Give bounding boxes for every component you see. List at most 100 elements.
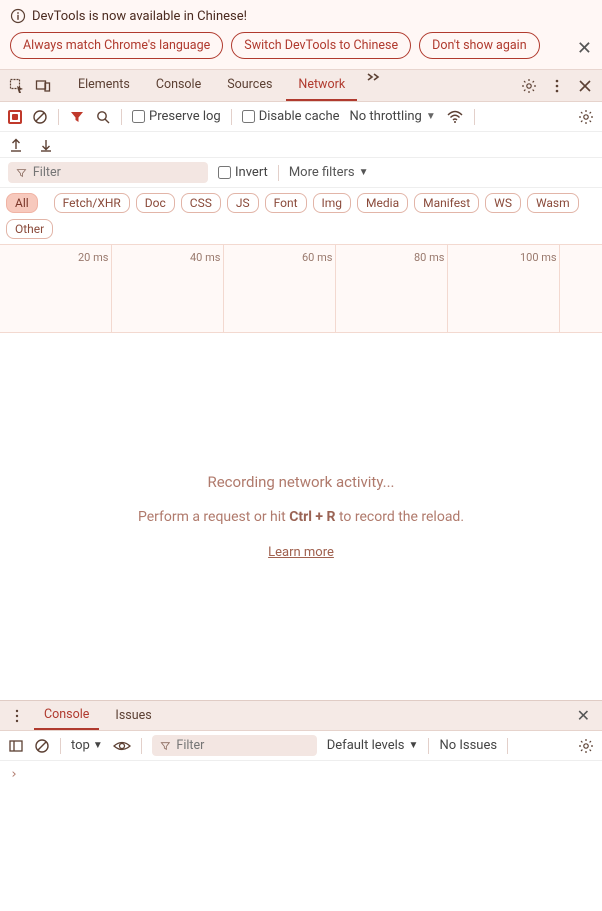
console-prompt-icon: › (10, 767, 18, 782)
funnel-icon (16, 167, 27, 179)
empty-heading: Recording network activity... (0, 473, 602, 491)
console-body[interactable]: › (0, 761, 602, 911)
separator (141, 738, 142, 754)
drawer-tab-console[interactable]: Console (34, 701, 99, 730)
console-filter-input[interactable] (176, 738, 308, 753)
clear-button[interactable] (32, 109, 48, 125)
search-icon[interactable] (95, 109, 111, 125)
banner-close-icon[interactable]: ✕ (577, 40, 592, 58)
log-levels-select[interactable]: Default levels ▼ (327, 738, 419, 753)
filter-toggle-icon[interactable] (69, 109, 85, 125)
timeline-label: 40 ms (190, 251, 220, 264)
separator (428, 738, 429, 754)
timeline-label: 100 ms (520, 251, 557, 264)
timeline-label: 60 ms (302, 251, 332, 264)
separator (121, 109, 122, 125)
separator (60, 738, 61, 754)
dropdown-arrow-icon: ▼ (426, 111, 436, 122)
console-settings-icon[interactable] (578, 738, 594, 754)
chip-css[interactable]: CSS (181, 193, 221, 213)
timeline-label: 80 ms (414, 251, 444, 264)
disable-cache-input[interactable] (242, 110, 255, 123)
dropdown-arrow-icon: ▼ (93, 740, 103, 751)
context-selector[interactable]: top ▼ (71, 738, 103, 753)
switch-language-button[interactable]: Switch DevTools to Chinese (231, 32, 411, 59)
drawer-menu-icon[interactable] (6, 705, 28, 727)
language-banner: DevTools is now available in Chinese! Al… (0, 0, 602, 70)
banner-title: DevTools is now available in Chinese! (32, 9, 247, 24)
throttling-select[interactable]: No throttling ▼ (350, 109, 436, 124)
chip-media[interactable]: Media (357, 193, 408, 213)
issues-counter[interactable]: No Issues (439, 738, 497, 753)
dropdown-arrow-icon: ▼ (359, 167, 369, 178)
drawer: Console Issues ✕ top ▼ Default levels ▼ … (0, 700, 602, 911)
invert-label: Invert (235, 165, 268, 180)
throttling-label: No throttling (350, 109, 422, 124)
tab-console[interactable]: Console (144, 70, 213, 101)
tab-network[interactable]: Network (286, 70, 357, 101)
chip-wasm[interactable]: Wasm (527, 193, 579, 213)
drawer-tabs: Console Issues ✕ (0, 701, 602, 731)
tab-sources[interactable]: Sources (215, 70, 284, 101)
log-levels-label: Default levels (327, 738, 405, 753)
drawer-tab-issues[interactable]: Issues (105, 702, 161, 729)
disable-cache-checkbox[interactable]: Disable cache (242, 109, 340, 124)
more-filters-label: More filters (289, 165, 355, 180)
chip-other[interactable]: Other (6, 219, 53, 239)
preserve-log-label: Preserve log (149, 109, 221, 124)
chip-manifest[interactable]: Manifest (414, 193, 479, 213)
timeline-overview[interactable]: 20 ms 40 ms 60 ms 80 ms 100 ms (0, 245, 602, 333)
settings-icon[interactable] (518, 75, 540, 97)
inspect-element-icon[interactable] (6, 75, 28, 97)
chip-ws[interactable]: WS (485, 193, 521, 213)
chip-js[interactable]: JS (227, 193, 259, 213)
match-language-button[interactable]: Always match Chrome's language (10, 32, 223, 59)
separator (231, 109, 232, 125)
empty-state: Recording network activity... Perform a … (0, 333, 602, 560)
learn-more-link[interactable]: Learn more (268, 545, 334, 560)
separator (278, 165, 279, 181)
network-toolbar: Preserve log Disable cache No throttling… (0, 102, 602, 132)
type-filter-chips: All Fetch/XHR Doc CSS JS Font Img Media … (0, 188, 602, 245)
chip-font[interactable]: Font (265, 193, 307, 213)
filter-row: Invert More filters ▼ (0, 158, 602, 188)
import-har-icon[interactable] (38, 137, 54, 153)
funnel-icon (160, 740, 171, 752)
separator (58, 109, 59, 125)
more-menu-icon[interactable] (546, 75, 568, 97)
banner-buttons: Always match Chrome's language Switch De… (10, 32, 592, 59)
separator (507, 738, 508, 754)
more-filters-button[interactable]: More filters ▼ (289, 165, 369, 180)
console-clear-icon[interactable] (34, 738, 50, 754)
tab-elements[interactable]: Elements (66, 70, 142, 101)
panel-tabs: Elements Console Sources Network (66, 70, 389, 101)
drawer-close-icon[interactable]: ✕ (571, 706, 596, 725)
console-filter-box[interactable] (152, 735, 317, 756)
invert-input[interactable] (218, 166, 231, 179)
network-conditions-icon[interactable] (446, 109, 464, 125)
preserve-log-input[interactable] (132, 110, 145, 123)
console-sidebar-toggle-icon[interactable] (8, 738, 24, 754)
main-tabs-bar: Elements Console Sources Network (0, 70, 602, 102)
dont-show-button[interactable]: Don't show again (419, 32, 540, 59)
filter-input[interactable] (33, 165, 200, 180)
chip-doc[interactable]: Doc (136, 193, 175, 213)
filter-input-box[interactable] (8, 162, 208, 183)
banner-title-row: DevTools is now available in Chinese! (10, 8, 592, 24)
preserve-log-checkbox[interactable]: Preserve log (132, 109, 221, 124)
invert-checkbox[interactable]: Invert (218, 165, 268, 180)
export-har-icon[interactable] (8, 137, 24, 153)
live-expression-icon[interactable] (113, 739, 131, 753)
context-label: top (71, 738, 90, 753)
network-settings-icon[interactable] (578, 109, 594, 125)
chip-fetch-xhr[interactable]: Fetch/XHR (54, 193, 130, 213)
chip-all[interactable]: All (6, 193, 38, 213)
network-toolbar-2 (0, 132, 602, 158)
chip-img[interactable]: Img (313, 193, 352, 213)
device-toolbar-icon[interactable] (32, 75, 54, 97)
separator (474, 109, 475, 125)
close-devtools-icon[interactable] (574, 75, 596, 97)
tabs-overflow-icon[interactable] (359, 70, 389, 101)
record-button[interactable] (8, 110, 22, 124)
info-icon (10, 8, 26, 24)
